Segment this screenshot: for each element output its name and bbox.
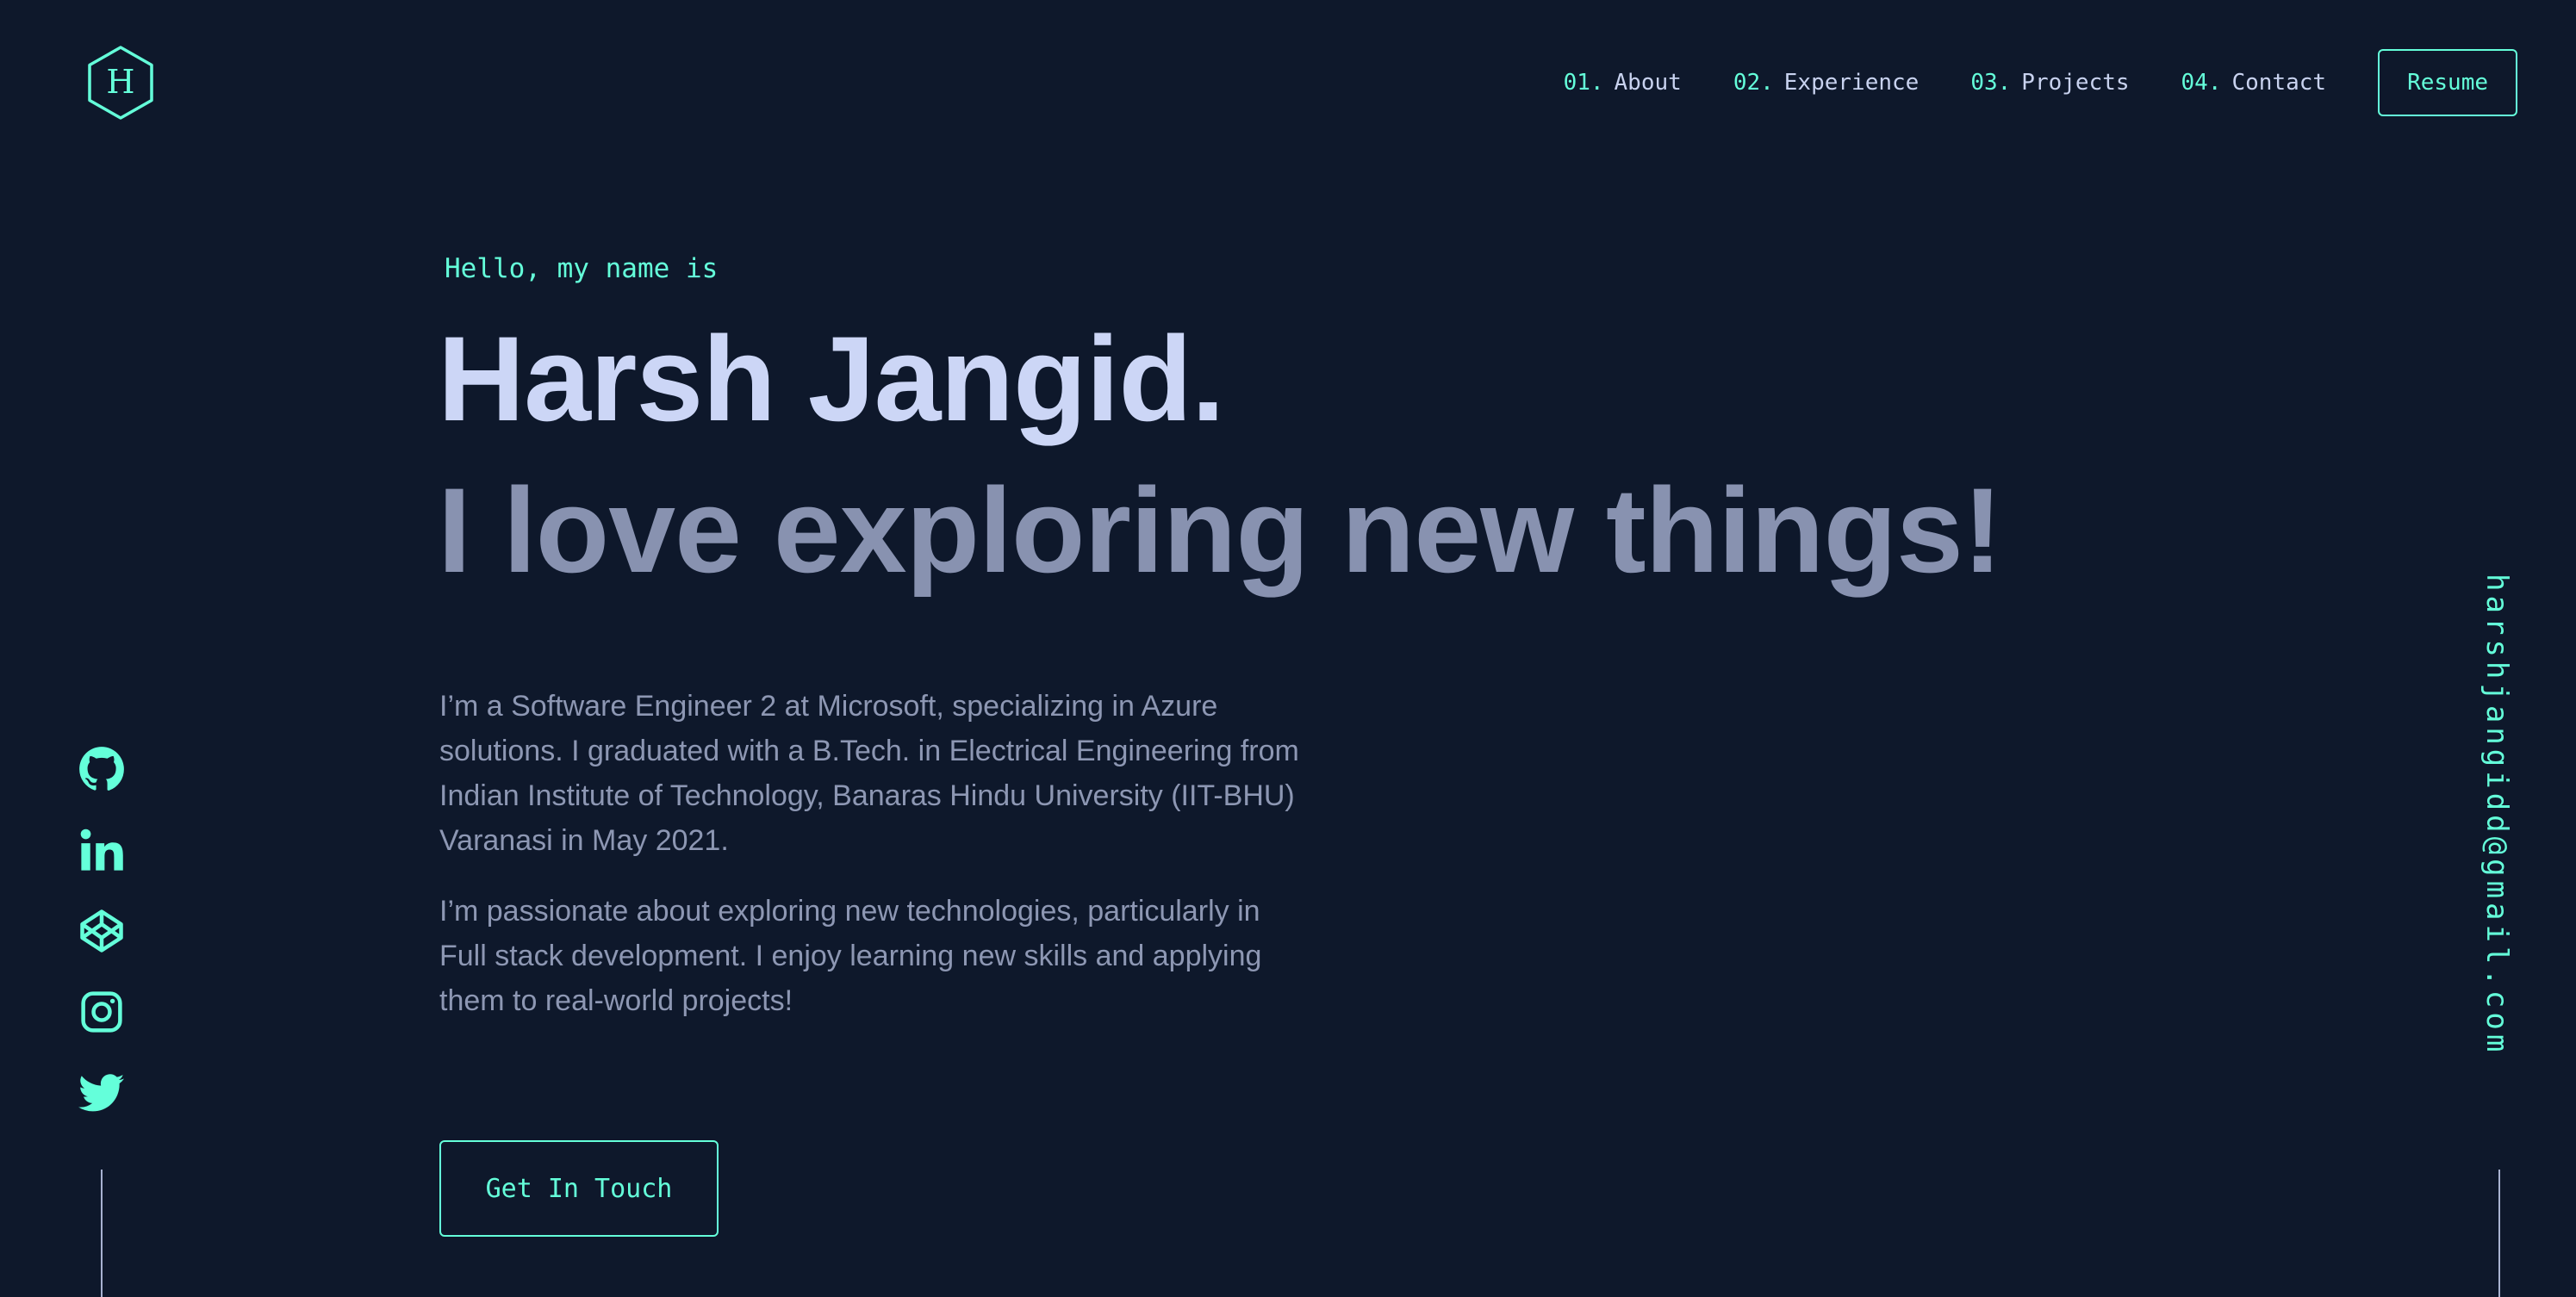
nav-item-label: Contact — [2231, 70, 2327, 96]
nav-item-number: 04. — [2181, 70, 2222, 96]
left-divider-line — [101, 1170, 103, 1297]
hero-name: Harsh Jangid. — [438, 311, 1225, 446]
right-divider-line — [2498, 1170, 2500, 1297]
main-nav: 01. About 02. Experience 03. Projects 04… — [1564, 48, 2517, 117]
get-in-touch-button[interactable]: Get In Touch — [439, 1140, 719, 1237]
linkedin-icon[interactable] — [78, 827, 125, 873]
nav-item-about[interactable]: 01. About — [1564, 70, 1682, 96]
resume-button[interactable]: Resume — [2378, 49, 2517, 116]
nav-item-label: About — [1614, 70, 1682, 96]
logo-letter: H — [106, 63, 134, 101]
hero-tagline: I love exploring new things! — [438, 462, 2003, 598]
twitter-icon[interactable] — [78, 1070, 125, 1116]
greeting-text: Hello, my name is — [445, 253, 719, 284]
nav-item-label: Experience — [1783, 70, 1920, 96]
nav-item-experience[interactable]: 02. Experience — [1733, 70, 1920, 96]
github-icon[interactable] — [78, 746, 125, 792]
codepen-icon[interactable] — [78, 908, 125, 954]
email-sidebar: harshjangidd@gmail.com — [2473, 574, 2524, 1125]
nav-item-contact[interactable]: 04. Contact — [2181, 70, 2327, 96]
page: H 01. About 02. Experience 03. Projects … — [0, 0, 2576, 1297]
instagram-icon[interactable] — [78, 989, 125, 1035]
bio-paragraph: I’m passionate about exploring new techn… — [439, 895, 1262, 1017]
nav-item-number: 01. — [1563, 70, 1604, 96]
bio-paragraph: I’m a Software Engineer 2 at Microsoft, … — [439, 690, 1299, 857]
hexagon-logo-icon[interactable]: H — [86, 45, 155, 121]
nav-item-label: Projects — [2021, 70, 2130, 96]
nav-item-number: 02. — [1733, 70, 1774, 96]
nav-item-number: 03. — [1970, 70, 2012, 96]
social-links — [76, 746, 128, 1116]
email-link[interactable]: harshjangidd@gmail.com — [2480, 574, 2514, 1056]
nav-item-projects[interactable]: 03. Projects — [1970, 70, 2129, 96]
